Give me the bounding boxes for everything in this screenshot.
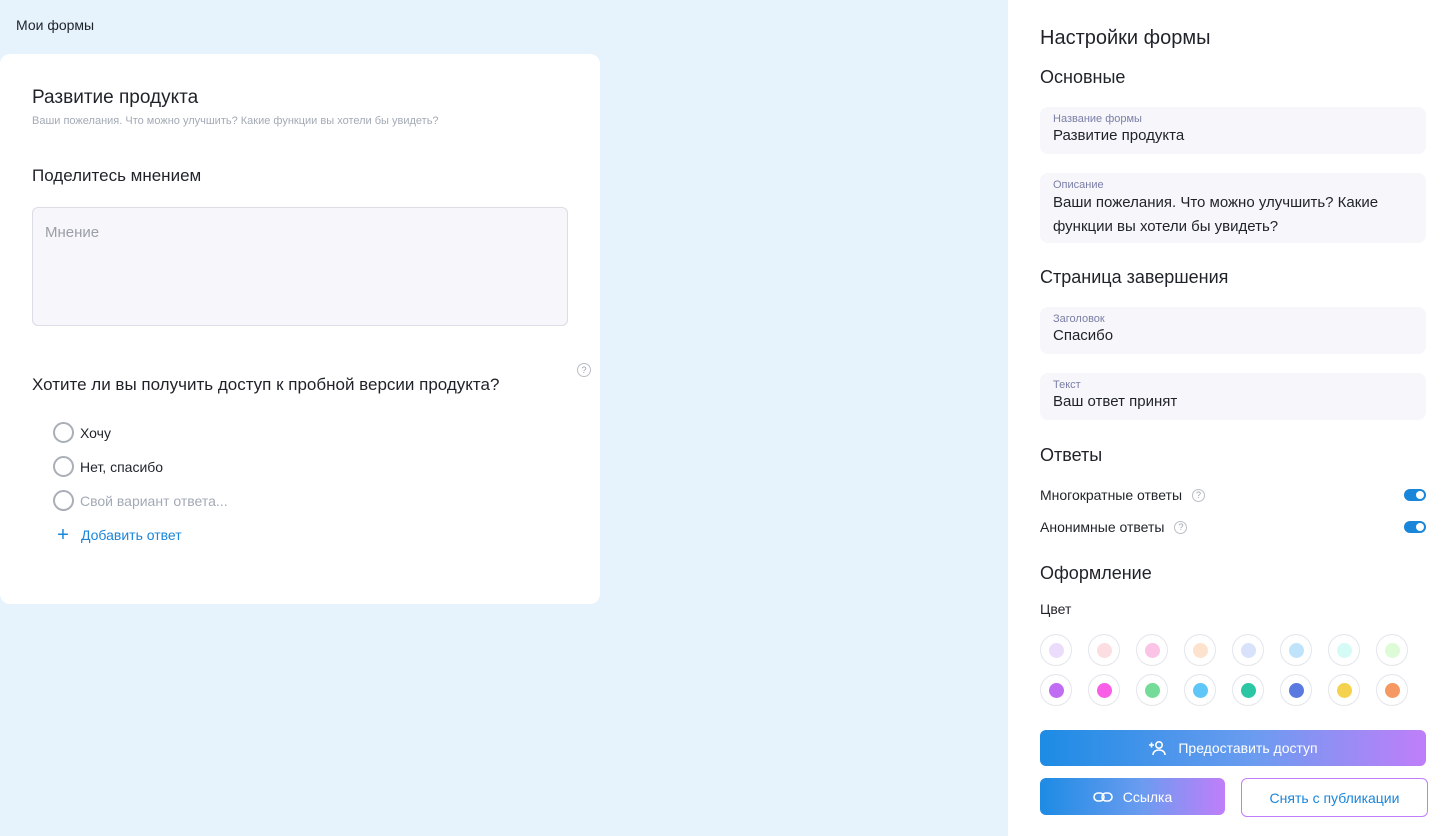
share-access-button[interactable]: Предоставить доступ <box>1040 730 1426 766</box>
form-description-field[interactable]: Описание Ваши пожелания. Что можно улучш… <box>1040 173 1426 243</box>
color-dot <box>1144 642 1160 658</box>
breadcrumb-my-forms[interactable]: Мои формы <box>16 17 94 33</box>
radio-icon[interactable] <box>53 422 74 443</box>
anonymous-answers-toggle[interactable] <box>1404 521 1426 533</box>
color-dot <box>1048 682 1064 698</box>
link-label: Ссылка <box>1122 788 1173 805</box>
color-dot <box>1336 682 1352 698</box>
option-no-thanks[interactable]: Нет, спасибо <box>53 456 163 477</box>
opinion-textarea[interactable] <box>32 207 568 326</box>
color-swatch[interactable] <box>1232 634 1264 666</box>
form-title: Развитие продукта <box>32 87 199 108</box>
color-swatch[interactable] <box>1088 674 1120 706</box>
option-label: Нет, спасибо <box>80 458 164 475</box>
color-dot <box>1336 642 1352 658</box>
form-name-label: Название формы <box>1053 113 1142 125</box>
color-dot <box>1288 642 1304 658</box>
color-swatch[interactable] <box>1184 634 1216 666</box>
anonymous-answers-row: Анонимные ответы ? <box>1040 519 1426 535</box>
form-settings-panel: Настройки формы Основные Название формы … <box>1008 0 1448 836</box>
multiple-answers-toggle[interactable] <box>1404 489 1426 501</box>
color-dot <box>1096 642 1112 658</box>
form-name-value[interactable]: Развитие продукта <box>1053 125 1413 147</box>
option-custom[interactable]: Свой вариант ответа... <box>53 490 228 511</box>
custom-answer-placeholder[interactable]: Свой вариант ответа... <box>80 493 228 509</box>
settings-title: Настройки формы <box>1040 27 1211 49</box>
color-swatch[interactable] <box>1232 674 1264 706</box>
question-2-title: Хотите ли вы получить доступ к пробной в… <box>32 375 500 394</box>
color-dot <box>1192 682 1208 698</box>
unpublish-button[interactable]: Снять с публикации <box>1241 778 1428 817</box>
share-access-label: Предоставить доступ <box>1178 740 1318 756</box>
finish-header-label: Заголовок <box>1053 313 1105 325</box>
color-swatch[interactable] <box>1136 634 1168 666</box>
color-swatch[interactable] <box>1184 674 1216 706</box>
link-button[interactable]: Ссылка <box>1040 778 1225 815</box>
color-dot <box>1384 642 1400 658</box>
color-label: Цвет <box>1040 601 1072 617</box>
plus-icon: + <box>57 524 69 546</box>
help-icon[interactable]: ? <box>1192 488 1206 502</box>
color-dot <box>1048 642 1064 658</box>
option-label: Хочу <box>80 424 111 441</box>
color-swatch[interactable] <box>1136 674 1168 706</box>
color-swatch[interactable] <box>1088 634 1120 666</box>
form-description: Ваши пожелания. Что можно улучшить? Каки… <box>32 115 439 127</box>
finish-text-field[interactable]: Текст Ваш ответ принят <box>1040 373 1426 420</box>
finish-header-field[interactable]: Заголовок Спасибо <box>1040 307 1426 354</box>
multiple-answers-label: Многократные ответы <box>1040 487 1183 503</box>
color-dot <box>1384 682 1400 698</box>
color-dot <box>1240 642 1256 658</box>
finish-text-value[interactable]: Ваш ответ принят <box>1053 391 1413 413</box>
color-swatch[interactable] <box>1040 674 1072 706</box>
color-swatch[interactable] <box>1328 674 1360 706</box>
add-answer-button[interactable]: + Добавить ответ <box>55 525 182 545</box>
add-person-icon <box>1149 740 1167 756</box>
color-dot <box>1144 682 1160 698</box>
finish-text-label: Текст <box>1053 379 1081 391</box>
form-name-field[interactable]: Название формы Развитие продукта <box>1040 107 1426 154</box>
question-help-icon[interactable]: ? <box>577 363 591 377</box>
color-swatch[interactable] <box>1280 674 1312 706</box>
radio-icon[interactable] <box>53 490 74 511</box>
question-1-title: Поделитесь мнением <box>32 166 202 185</box>
color-dot <box>1192 642 1208 658</box>
section-basic-heading: Основные <box>1040 67 1126 87</box>
color-dot <box>1288 682 1304 698</box>
color-swatch[interactable] <box>1040 634 1072 666</box>
form-description-value[interactable]: Ваши пожелания. Что можно улучшить? Каки… <box>1053 191 1413 239</box>
section-answers-heading: Ответы <box>1040 445 1103 465</box>
link-icon <box>1092 791 1113 802</box>
anonymous-answers-label: Анонимные ответы <box>1040 519 1165 535</box>
color-swatch[interactable] <box>1376 634 1408 666</box>
option-want[interactable]: Хочу <box>53 422 111 443</box>
form-description-label: Описание <box>1053 179 1104 191</box>
color-swatch[interactable] <box>1376 674 1408 706</box>
radio-icon[interactable] <box>53 456 74 477</box>
multiple-answers-row: Многократные ответы ? <box>1040 487 1426 503</box>
color-dot <box>1240 682 1256 698</box>
color-swatch[interactable] <box>1328 634 1360 666</box>
color-swatch[interactable] <box>1280 634 1312 666</box>
section-finish-heading: Страница завершения <box>1040 267 1229 287</box>
section-design-heading: Оформление <box>1040 563 1152 583</box>
finish-header-value[interactable]: Спасибо <box>1053 325 1413 347</box>
add-answer-label: Добавить ответ <box>81 527 182 543</box>
help-icon[interactable]: ? <box>1174 520 1188 534</box>
color-dot <box>1096 682 1112 698</box>
form-preview-card: Развитие продукта Ваши пожелания. Что мо… <box>0 54 600 604</box>
